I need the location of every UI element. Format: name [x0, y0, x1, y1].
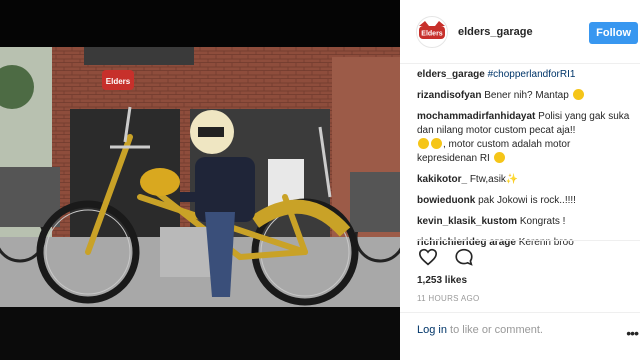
- comment-icon[interactable]: [454, 248, 474, 266]
- comment-text: Kongrats !: [519, 216, 566, 227]
- shop-sign-text: Elders: [106, 77, 131, 86]
- likes-count[interactable]: 1,253 likes: [417, 275, 467, 286]
- comment-text: Bener nih? Mantap: [484, 90, 569, 101]
- header-username[interactable]: elders_garage: [458, 26, 533, 38]
- comment-username[interactable]: richrichierideg arage: [417, 237, 516, 248]
- login-link[interactable]: Log in: [417, 324, 447, 336]
- avatar[interactable]: Elders: [416, 15, 448, 48]
- list-item: rizandisofyan Bener nih? Mantap: [417, 89, 632, 103]
- follow-button[interactable]: Follow: [589, 22, 638, 44]
- motorcycle-photo: Elders: [0, 47, 400, 307]
- caption-hashtag[interactable]: #chopperlandforRI1: [488, 69, 576, 80]
- comment-username[interactable]: kevin_klasik_kustom: [417, 216, 517, 227]
- caption-username[interactable]: elders_garage: [417, 69, 485, 80]
- divider: [416, 240, 640, 241]
- heart-icon[interactable]: [418, 248, 438, 266]
- more-options-icon[interactable]: •••: [626, 325, 639, 341]
- login-prompt-text: to like or comment.: [446, 324, 543, 336]
- post-photo[interactable]: Elders: [0, 47, 400, 307]
- media-bottom-strip: [0, 307, 400, 360]
- list-item: kevin_klasik_kustom Kongrats !: [417, 215, 632, 229]
- post-timestamp: 11 HOURS AGO: [417, 294, 480, 303]
- grin-emoji-icon: [418, 138, 429, 149]
- comment-username[interactable]: bowieduonk: [417, 195, 475, 206]
- sweat-smile-emoji-icon: [431, 138, 442, 149]
- svg-text:Elders: Elders: [421, 30, 443, 37]
- list-item: mochammadirfanhidayat Polisi yang gak su…: [417, 110, 632, 166]
- smile-emoji-icon: [493, 152, 505, 163]
- comment-text: pak Jokowi is rock..!!!!: [478, 195, 576, 206]
- post-actions: [418, 248, 474, 266]
- login-prompt: Log in to like or comment. •••: [400, 312, 640, 360]
- comment-username[interactable]: rizandisofyan: [417, 90, 481, 101]
- list-item: kakikotor_ Ftw,asik✨: [417, 173, 632, 187]
- list-item: bowieduonk pak Jokowi is rock..!!!!: [417, 194, 632, 208]
- post-header: Elders elders_garage Follow: [400, 0, 640, 64]
- post-media-area: Elders: [0, 0, 400, 360]
- comment-text: Ftw,asik✨: [469, 174, 519, 185]
- comment-text: Kerenn broo: [518, 237, 574, 248]
- comments-list: elders_garage #chopperlandforRI1 rizandi…: [400, 68, 640, 257]
- comment-username[interactable]: mochammadirfanhidayat: [417, 111, 535, 122]
- comment-username[interactable]: kakikotor_: [417, 174, 467, 185]
- grin-emoji-icon: [572, 89, 584, 100]
- elders-logo-icon: Elders: [419, 20, 445, 39]
- post-side-panel: Elders elders_garage Follow elders_garag…: [400, 0, 640, 360]
- caption: elders_garage #chopperlandforRI1: [417, 68, 632, 82]
